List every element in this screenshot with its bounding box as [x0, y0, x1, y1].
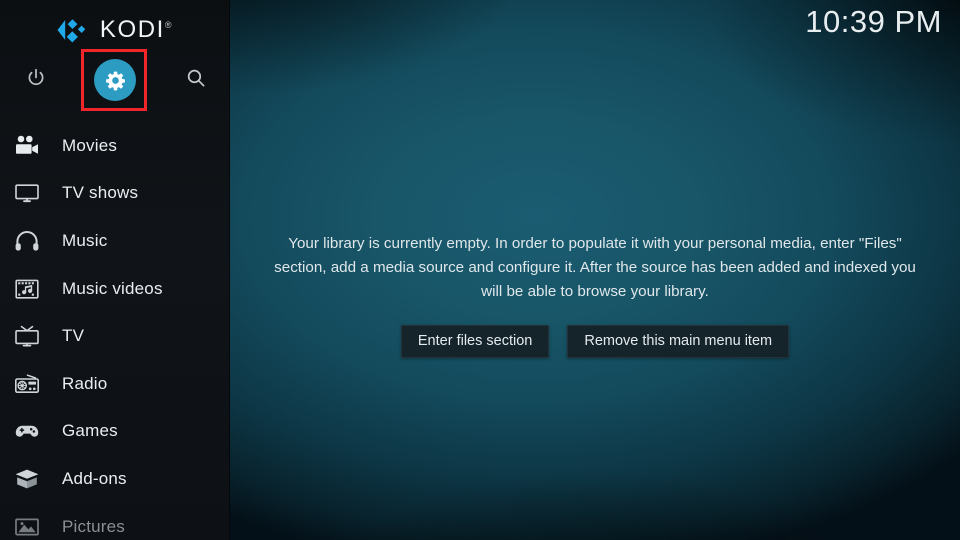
- search-button[interactable]: [172, 56, 220, 104]
- power-icon: [25, 67, 47, 94]
- sidebar-item-label: TV shows: [62, 183, 139, 203]
- sidebar-item-pictures[interactable]: Pictures: [0, 503, 229, 540]
- enter-files-section-button[interactable]: Enter files section: [400, 325, 550, 358]
- empty-library-actions: Enter files section Remove this main men…: [230, 325, 960, 358]
- sidebar-item-games[interactable]: Games: [0, 408, 229, 456]
- settings-button[interactable]: [91, 56, 139, 104]
- sidebar-top-icons: [0, 56, 229, 104]
- sidebar-item-tv-shows[interactable]: TV shows: [0, 170, 229, 218]
- retro-tv-icon: [10, 321, 43, 351]
- monitor-icon: [10, 178, 43, 208]
- addon-box-icon: [10, 464, 43, 494]
- gamepad-icon: [10, 416, 43, 446]
- sidebar-item-label: TV: [62, 326, 85, 346]
- sidebar-item-label: Games: [62, 421, 118, 441]
- sidebar-item-music[interactable]: Music: [0, 217, 229, 265]
- remove-main-menu-item-button[interactable]: Remove this main menu item: [567, 325, 790, 358]
- picture-icon: [10, 512, 43, 540]
- sidebar-item-label: Pictures: [62, 516, 126, 536]
- sidebar-item-radio[interactable]: Radio: [0, 360, 229, 408]
- sidebar-item-label: Music videos: [62, 278, 163, 298]
- sidebar-item-label: Music: [62, 230, 108, 250]
- kodi-home-screen: 10:39 PM Your library is currently empty…: [0, 0, 960, 540]
- kodi-logo-mark-icon: [56, 17, 90, 43]
- sidebar-item-music-videos[interactable]: Music videos: [0, 265, 229, 313]
- film-music-icon: [10, 274, 43, 304]
- settings-icon: [94, 59, 136, 101]
- sidebar-item-add-ons[interactable]: Add-ons: [0, 455, 229, 503]
- empty-library-message: Your library is currently empty. In orde…: [274, 235, 916, 300]
- sidebar-item-tv[interactable]: TV: [0, 312, 229, 360]
- main-content-area: 10:39 PM Your library is currently empty…: [230, 0, 960, 540]
- movie-camera-icon: [10, 131, 43, 161]
- power-button[interactable]: [12, 56, 60, 104]
- sidebar: KODI® Movies TV shows Music Music videos…: [0, 0, 230, 540]
- sidebar-item-movies[interactable]: Movies: [0, 122, 229, 170]
- kodi-logo: KODI®: [0, 14, 229, 46]
- radio-icon: [10, 369, 43, 399]
- main-menu: Movies TV shows Music Music videos TV Ra…: [0, 122, 229, 540]
- kodi-logo-text: KODI®: [99, 16, 174, 43]
- search-icon: [185, 67, 207, 94]
- headphones-icon: [10, 226, 43, 256]
- clock: 10:39 PM: [805, 4, 942, 39]
- sidebar-item-label: Radio: [62, 373, 108, 393]
- sidebar-item-label: Add-ons: [62, 468, 127, 488]
- sidebar-item-label: Movies: [62, 135, 118, 155]
- empty-library-panel: Your library is currently empty. In orde…: [230, 232, 960, 358]
